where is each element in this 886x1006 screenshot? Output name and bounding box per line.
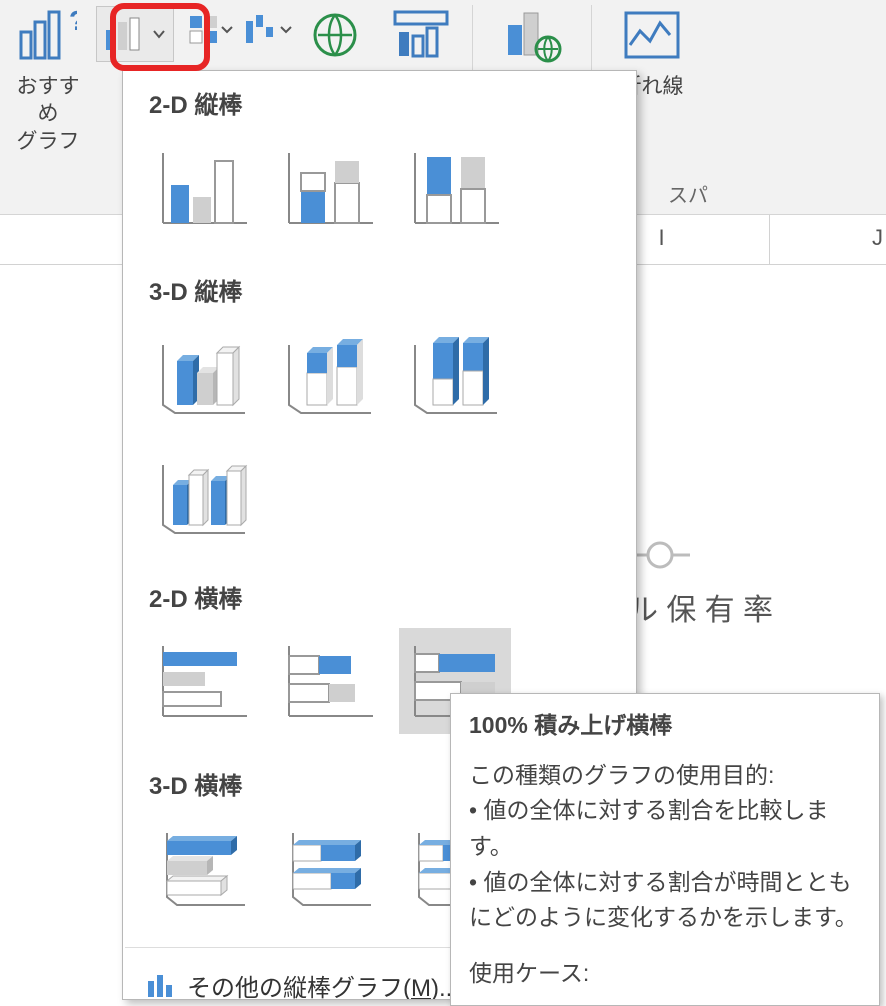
clustered-bar-3d-option[interactable]: [147, 815, 259, 921]
tooltip-bullet: • 値の全体に対する割合を比較します。: [469, 793, 861, 864]
3d-map-icon: [500, 5, 564, 65]
chart-title-fragment: ル 保 有 率: [628, 585, 773, 629]
tooltip-purpose-label: この種類のグラフの使用目的:: [469, 758, 861, 794]
chevron-down-icon: [152, 27, 166, 41]
clustered-bar-2d-option[interactable]: [147, 628, 259, 734]
chart-handle-icon[interactable]: [630, 525, 690, 585]
chevron-down-icon: [221, 24, 233, 36]
stacked-column-3d-option[interactable]: [273, 321, 385, 427]
column-header[interactable]: J: [770, 215, 886, 264]
100pct-stacked-column-3d-option[interactable]: [399, 321, 511, 427]
clustered-column-2d-option[interactable]: [147, 134, 259, 240]
chart-type-tooltip: 100% 積み上げ横棒 この種類のグラフの使用目的: • 値の全体に対する割合を…: [450, 693, 880, 1006]
100pct-stacked-column-2d-option[interactable]: [399, 134, 511, 240]
insert-column-chart-button[interactable]: [96, 6, 174, 62]
stacked-bar-3d-option[interactable]: [273, 815, 385, 921]
tooltip-title: 100% 積み上げ横棒: [469, 708, 861, 744]
recommended-charts-icon: ?: [16, 5, 80, 65]
insert-waterfall-chart-button[interactable]: [244, 6, 292, 54]
line-chart-icon: [620, 5, 684, 65]
tooltip-usecase-label: 使用ケース:: [469, 956, 861, 992]
gallery-section-title: 2-D 縦棒: [123, 77, 636, 130]
gallery-section-title: 3-D 縦棒: [123, 264, 636, 317]
svg-text:?: ?: [69, 8, 77, 36]
stacked-column-2d-option[interactable]: [273, 134, 385, 240]
more-column-charts-label: その他の縦棒グラフ(M)...: [187, 968, 459, 1000]
globe-icon: [303, 5, 367, 65]
recommended-charts-button[interactable]: ? おすすめ グラフ: [0, 0, 96, 214]
pivot-chart-icon: [389, 5, 453, 65]
gallery-section-title: 2-D 横棒: [123, 571, 636, 624]
clustered-column-3d-option[interactable]: [147, 321, 259, 427]
recommended-charts-label: おすすめ グラフ: [8, 73, 88, 155]
insert-hierarchy-chart-button[interactable]: [186, 6, 234, 54]
chevron-down-icon: [280, 24, 292, 36]
tooltip-bullet: • 値の全体に対する割合が時間とともにどのように変化するかを示します。: [469, 865, 861, 936]
3d-column-option[interactable]: [147, 441, 259, 547]
stacked-bar-2d-option[interactable]: [273, 628, 385, 734]
bar-chart-icon: [145, 971, 175, 1001]
